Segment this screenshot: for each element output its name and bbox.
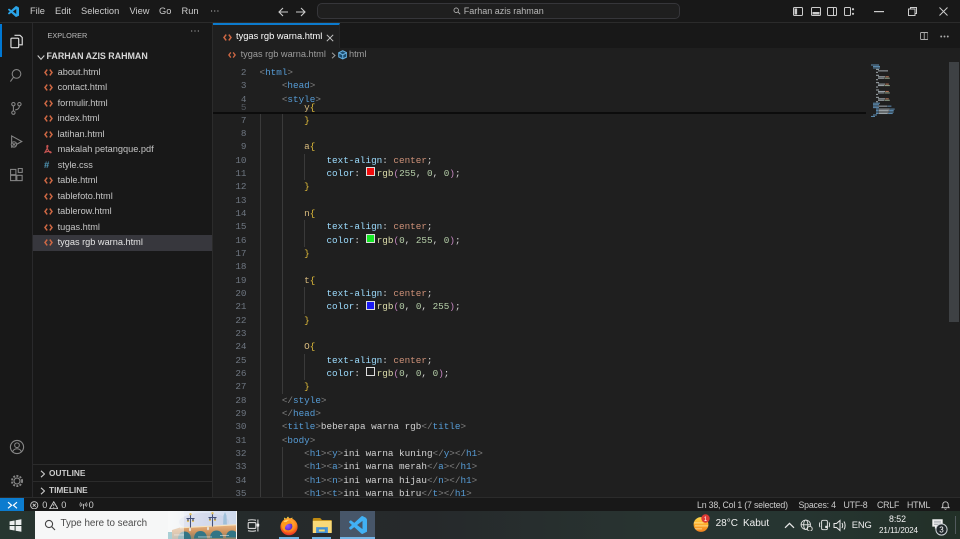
svg-text:3: 3: [939, 525, 944, 534]
svg-text:1: 1: [703, 516, 707, 523]
